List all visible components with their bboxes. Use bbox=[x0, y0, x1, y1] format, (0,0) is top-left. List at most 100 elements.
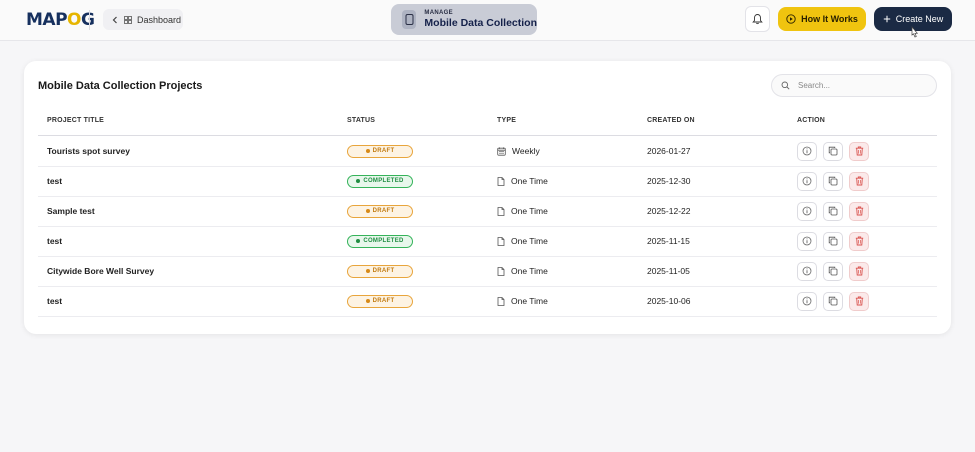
copy-button[interactable] bbox=[823, 261, 843, 281]
status-badge: DRAFT bbox=[347, 204, 413, 218]
file-icon bbox=[497, 206, 505, 216]
search-input[interactable] bbox=[796, 80, 930, 91]
type-cell: One Time bbox=[497, 166, 548, 196]
delete-button[interactable] bbox=[849, 201, 869, 221]
table-row[interactable]: test DRAFT One Time 2025-10-06 bbox=[38, 286, 937, 317]
type-cell: One Time bbox=[497, 256, 548, 286]
status-label: DRAFT bbox=[372, 208, 395, 214]
copy-icon bbox=[828, 266, 838, 276]
type-cell: One Time bbox=[497, 286, 548, 316]
delete-button[interactable] bbox=[849, 261, 869, 281]
info-button[interactable] bbox=[797, 231, 817, 251]
type-cell: One Time bbox=[497, 226, 548, 256]
actions-cell bbox=[797, 226, 869, 256]
projects-title: Mobile Data Collection Projects bbox=[38, 80, 203, 92]
status-label: DRAFT bbox=[372, 148, 395, 154]
copy-button[interactable] bbox=[823, 231, 843, 251]
page-title: Mobile Data Collection bbox=[424, 17, 537, 29]
delete-button[interactable] bbox=[849, 291, 869, 311]
phone-icon bbox=[402, 10, 417, 29]
created-on: 2025-12-30 bbox=[647, 176, 691, 186]
trash-icon bbox=[855, 296, 863, 306]
status-dot bbox=[356, 239, 361, 243]
type-label: One Time bbox=[511, 176, 548, 186]
play-circle-icon bbox=[786, 14, 796, 24]
bell-icon bbox=[752, 14, 763, 25]
trash-icon bbox=[855, 146, 863, 156]
info-button[interactable] bbox=[797, 201, 817, 221]
info-icon bbox=[802, 266, 812, 276]
type-label: One Time bbox=[511, 296, 548, 306]
copy-icon bbox=[828, 176, 838, 186]
actions-cell bbox=[797, 196, 869, 226]
created-on: 2025-12-22 bbox=[647, 206, 691, 216]
status-dot bbox=[365, 209, 370, 213]
col-project-title[interactable]: PROJECT TITLE bbox=[47, 117, 104, 124]
status-cell: DRAFT bbox=[347, 136, 413, 166]
table-row[interactable]: Citywide Bore Well Survey DRAFT One Time 20… bbox=[38, 256, 937, 287]
type-cell: One Time bbox=[497, 196, 548, 226]
info-button[interactable] bbox=[797, 141, 817, 161]
manage-section-indicator: MANAGE Mobile Data Collection bbox=[391, 4, 537, 35]
info-button[interactable] bbox=[797, 291, 817, 311]
project-title: test bbox=[47, 296, 63, 306]
trash-icon bbox=[855, 266, 863, 276]
table-row[interactable]: Tourists spot survey DRAFT Weekly 2026-01-2… bbox=[38, 136, 937, 167]
created-on: 2025-11-15 bbox=[647, 236, 690, 246]
project-title: Citywide Bore Well Survey bbox=[47, 266, 155, 276]
table-row[interactable]: test COMPLETED One Time 2025-11-15 bbox=[38, 226, 937, 257]
type-label: One Time bbox=[511, 236, 548, 246]
status-cell: DRAFT bbox=[347, 286, 413, 316]
create-new-label: Create New bbox=[895, 14, 944, 24]
status-label: COMPLETED bbox=[363, 238, 404, 244]
back-to-dashboard-button[interactable]: Dashboard bbox=[103, 9, 183, 30]
status-dot bbox=[356, 179, 361, 183]
trash-icon bbox=[855, 206, 863, 216]
type-label: One Time bbox=[511, 206, 548, 216]
col-type[interactable]: TYPE bbox=[497, 117, 516, 124]
notifications-button[interactable] bbox=[745, 6, 770, 32]
copy-button[interactable] bbox=[823, 141, 843, 161]
status-dot bbox=[365, 269, 370, 273]
chevron-left-icon bbox=[112, 16, 117, 23]
projects-card: Mobile Data Collection Projects PROJECT … bbox=[24, 61, 951, 334]
project-title: Sample test bbox=[47, 206, 95, 216]
info-button[interactable] bbox=[797, 261, 817, 281]
table-row[interactable]: Sample test DRAFT One Time 2025-12-22 bbox=[38, 196, 937, 227]
created-on: 2026-01-27 bbox=[647, 146, 691, 156]
status-badge: COMPLETED bbox=[347, 174, 413, 188]
calendar-icon bbox=[497, 146, 506, 156]
how-it-works-label: How It Works bbox=[801, 14, 858, 24]
how-it-works-button[interactable]: How It Works bbox=[778, 7, 866, 31]
manage-label: MANAGE bbox=[424, 10, 453, 16]
copy-button[interactable] bbox=[823, 171, 843, 191]
copy-button[interactable] bbox=[823, 291, 843, 311]
logo-text-map: MAP bbox=[26, 10, 68, 30]
copy-icon bbox=[828, 146, 838, 156]
table-header: PROJECT TITLE STATUS TYPE CREATED ON ACT… bbox=[38, 117, 937, 136]
col-action: ACTION bbox=[797, 117, 826, 124]
file-icon bbox=[497, 296, 505, 306]
header-divider bbox=[89, 10, 90, 30]
status-badge: DRAFT bbox=[347, 264, 413, 278]
status-label: DRAFT bbox=[372, 268, 395, 274]
plus-icon bbox=[883, 15, 890, 23]
table-row[interactable]: test COMPLETED One Time 2025-12-30 bbox=[38, 166, 937, 197]
info-icon bbox=[802, 146, 812, 156]
actions-cell bbox=[797, 256, 869, 286]
trash-icon bbox=[855, 236, 863, 246]
col-status[interactable]: STATUS bbox=[347, 117, 375, 124]
delete-button[interactable] bbox=[849, 171, 869, 191]
search-box[interactable] bbox=[771, 74, 937, 97]
delete-button[interactable] bbox=[849, 141, 869, 161]
status-label: DRAFT bbox=[372, 298, 395, 304]
actions-cell bbox=[797, 136, 869, 166]
info-button[interactable] bbox=[797, 171, 817, 191]
grid-icon bbox=[124, 15, 132, 24]
delete-button[interactable] bbox=[849, 231, 869, 251]
copy-button[interactable] bbox=[823, 201, 843, 221]
mapog-logo[interactable]: MAP O G bbox=[26, 10, 95, 30]
top-bar: MAP O G Dashboard MANAGE Mobile Data Colle… bbox=[0, 0, 975, 41]
info-icon bbox=[802, 206, 812, 216]
col-created-on[interactable]: CREATED ON bbox=[647, 117, 695, 124]
